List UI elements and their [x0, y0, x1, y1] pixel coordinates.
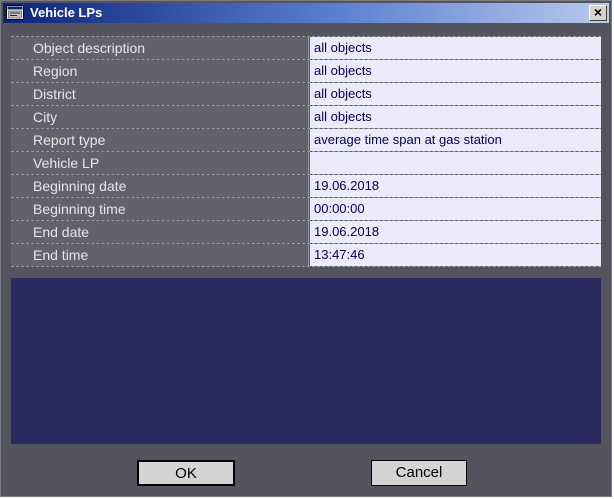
param-label: Beginning time	[11, 198, 309, 220]
button-bar: OK Cancel	[11, 446, 601, 496]
param-value[interactable]	[310, 152, 601, 174]
param-row-report-type[interactable]: Report type average time span at gas sta…	[11, 129, 601, 152]
close-icon[interactable]: ×	[589, 5, 607, 21]
param-row-end-date[interactable]: End date 19.06.2018	[11, 221, 601, 244]
param-value[interactable]: all objects	[310, 83, 601, 105]
param-value[interactable]: 13:47:46	[310, 244, 601, 266]
param-row-end-time[interactable]: End time 13:47:46	[11, 244, 601, 267]
param-label: Beginning date	[11, 175, 309, 197]
param-value[interactable]: all objects	[310, 37, 601, 59]
parameters-grid: Object description all objects Region al…	[11, 36, 601, 267]
param-row-vehicle-lp[interactable]: Vehicle LP	[11, 152, 601, 175]
ok-button[interactable]: OK	[137, 460, 235, 486]
param-label: District	[11, 83, 309, 105]
param-label: Vehicle LP	[11, 152, 309, 174]
param-value[interactable]: all objects	[310, 106, 601, 128]
param-row-beginning-date[interactable]: Beginning date 19.06.2018	[11, 175, 601, 198]
window-title: Vehicle LPs	[30, 5, 103, 20]
param-label: Object description	[11, 37, 309, 59]
param-row-object-description[interactable]: Object description all objects	[11, 37, 601, 60]
param-row-district[interactable]: District all objects	[11, 83, 601, 106]
param-value[interactable]: 00:00:00	[310, 198, 601, 220]
param-value[interactable]: 19.06.2018	[310, 175, 601, 197]
param-value[interactable]: 19.06.2018	[310, 221, 601, 243]
window-app-icon	[6, 5, 24, 20]
param-value[interactable]: average time span at gas station	[310, 129, 601, 151]
param-label: Report type	[11, 129, 309, 151]
param-label: City	[11, 106, 309, 128]
title-bar[interactable]: Vehicle LPs ×	[3, 3, 609, 23]
empty-grid-area	[11, 278, 601, 444]
param-row-region[interactable]: Region all objects	[11, 60, 601, 83]
param-label: End time	[11, 244, 309, 266]
param-label: Region	[11, 60, 309, 82]
param-value[interactable]: all objects	[310, 60, 601, 82]
param-label: End date	[11, 221, 309, 243]
vehicle-lps-dialog: Vehicle LPs × Object description all obj…	[0, 0, 612, 497]
cancel-button[interactable]: Cancel	[371, 460, 467, 486]
param-row-city[interactable]: City all objects	[11, 106, 601, 129]
param-row-beginning-time[interactable]: Beginning time 00:00:00	[11, 198, 601, 221]
